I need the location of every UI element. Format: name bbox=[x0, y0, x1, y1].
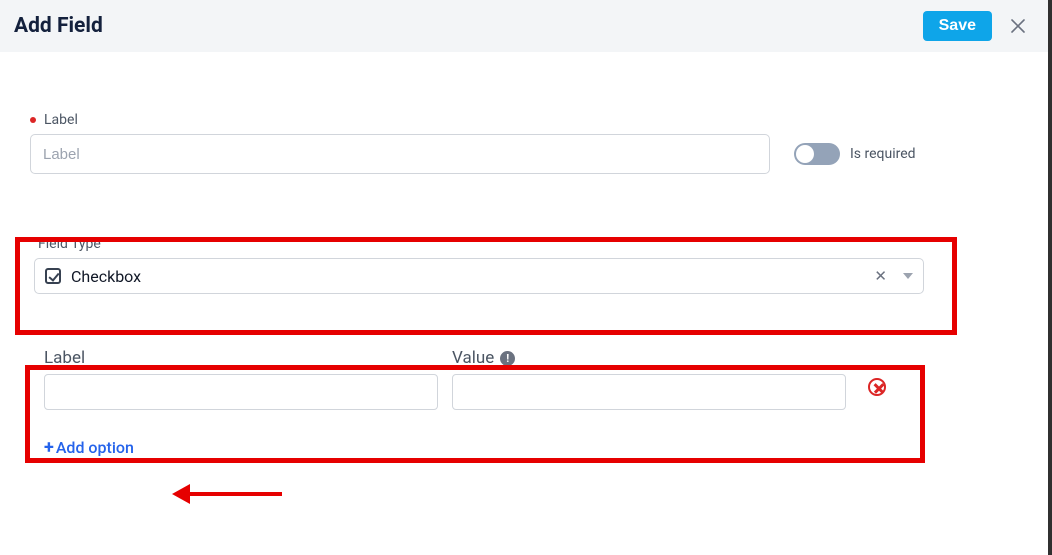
option-label-column: Label bbox=[44, 348, 438, 410]
option-value-column: Value ! bbox=[452, 348, 846, 410]
required-indicator-icon bbox=[30, 117, 36, 123]
annotation-arrow-head-icon bbox=[172, 484, 190, 504]
checkbox-icon bbox=[45, 268, 61, 284]
field-type-selected-text: Checkbox bbox=[71, 267, 870, 286]
is-required-toggle-wrap: Is required bbox=[794, 143, 916, 165]
delete-icon bbox=[868, 378, 886, 396]
close-button[interactable] bbox=[1002, 10, 1034, 42]
option-label-input[interactable] bbox=[44, 374, 438, 410]
annotation-arrow-line bbox=[186, 492, 282, 496]
save-button[interactable]: Save bbox=[923, 11, 992, 41]
field-type-clear-button[interactable]: ✕ bbox=[870, 267, 891, 285]
modal-title: Add Field bbox=[14, 14, 923, 38]
field-type-select[interactable]: Checkbox ✕ bbox=[34, 258, 924, 294]
delete-option-button[interactable] bbox=[868, 378, 886, 400]
option-row: Label Value ! bbox=[44, 348, 914, 410]
option-value-heading: Value ! bbox=[452, 348, 846, 368]
option-value-input[interactable] bbox=[452, 374, 846, 410]
label-input[interactable] bbox=[30, 134, 770, 174]
annotation-arrow bbox=[172, 484, 282, 504]
modal-body: Label Is required Field Type Checkbox ✕ bbox=[0, 52, 1048, 457]
modal-header: Add Field Save bbox=[0, 0, 1048, 52]
is-required-label: Is required bbox=[850, 146, 916, 162]
label-heading-text: Label bbox=[44, 112, 78, 128]
add-option-label: Add option bbox=[56, 438, 134, 457]
info-icon[interactable]: ! bbox=[500, 351, 515, 366]
field-type-heading: Field Type bbox=[38, 236, 1018, 252]
option-label-heading: Label bbox=[44, 348, 438, 368]
add-option-button[interactable]: + Add option bbox=[44, 438, 134, 457]
toggle-knob-icon bbox=[796, 145, 814, 163]
label-heading: Label bbox=[30, 112, 1018, 128]
plus-icon: + bbox=[44, 439, 54, 457]
modal-add-field: Add Field Save Label Is required Field T… bbox=[0, 0, 1052, 555]
field-type-section: Field Type Checkbox ✕ bbox=[30, 236, 1018, 294]
close-icon bbox=[1011, 19, 1025, 33]
chevron-down-icon[interactable] bbox=[903, 273, 913, 279]
label-row: Is required bbox=[30, 134, 1018, 174]
is-required-toggle[interactable] bbox=[794, 143, 840, 165]
option-value-heading-text: Value bbox=[452, 348, 494, 368]
